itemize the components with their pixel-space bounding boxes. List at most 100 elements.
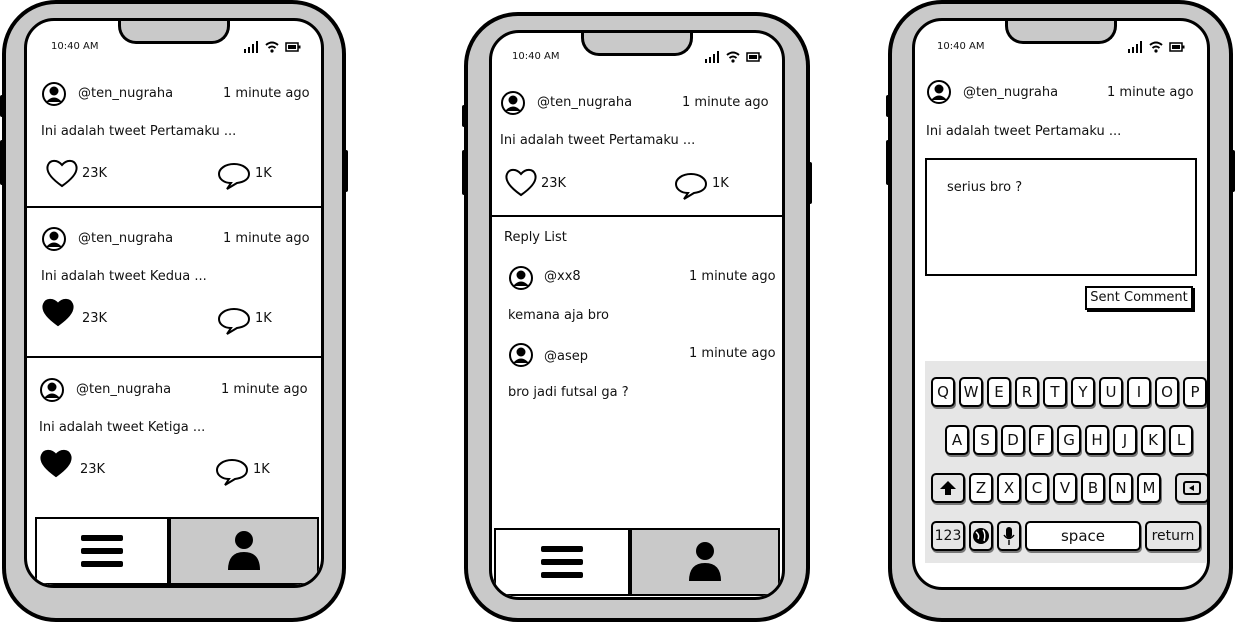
reply-avatar[interactable] <box>508 342 534 368</box>
key-r[interactable]: R <box>1015 377 1039 407</box>
shift-key[interactable] <box>931 473 965 503</box>
phone-home-feed: 10:40 AM @ten_nugraha 1 minute ago Ini a… <box>0 0 348 622</box>
key-v[interactable]: V <box>1053 473 1077 503</box>
key-h[interactable]: H <box>1085 425 1109 455</box>
tab-feed[interactable] <box>494 528 630 596</box>
return-key[interactable]: return <box>1145 521 1201 551</box>
notch <box>118 21 230 44</box>
shift-arrow-icon <box>940 481 956 495</box>
status-icons <box>704 51 762 63</box>
side-button <box>0 140 6 185</box>
tab-feed[interactable] <box>35 517 169 585</box>
tweet-handle[interactable]: @ten_nugraha <box>963 85 1058 100</box>
side-button <box>886 140 892 185</box>
heart-filled-icon[interactable] <box>39 448 73 478</box>
key-s[interactable]: S <box>973 425 997 455</box>
avatar[interactable] <box>39 377 65 403</box>
tweet-time: 1 minute ago <box>221 382 308 397</box>
key-g[interactable]: G <box>1057 425 1081 455</box>
key-d[interactable]: D <box>1001 425 1025 455</box>
reply-avatar[interactable] <box>508 265 534 291</box>
heart-outline-icon[interactable] <box>45 158 79 188</box>
key-k[interactable]: K <box>1141 425 1165 455</box>
like-count: 23K <box>80 462 106 477</box>
key-a[interactable]: A <box>945 425 969 455</box>
signal-icon <box>244 41 258 53</box>
comment-icon[interactable] <box>217 306 251 336</box>
status-time: 10:40 AM <box>512 51 560 62</box>
key-i[interactable]: I <box>1127 377 1151 407</box>
side-button <box>1229 150 1235 192</box>
reply-list-heading: Reply List <box>504 230 567 245</box>
tweet-time: 1 minute ago <box>223 231 310 246</box>
notch <box>581 33 693 56</box>
tab-profile[interactable] <box>169 517 319 585</box>
tweet-text: Ini adalah tweet Pertamaku ... <box>500 133 696 148</box>
mic-key[interactable] <box>997 521 1021 551</box>
phone-screen: 10:40 AM @ten_nugraha 1 minute ago Ini a… <box>24 18 324 588</box>
like-count: 23K <box>541 176 567 191</box>
reply-handle[interactable]: @asep <box>544 349 588 364</box>
user-icon <box>228 531 260 570</box>
key-m[interactable]: M <box>1137 473 1161 503</box>
avatar[interactable] <box>500 90 526 116</box>
key-p[interactable]: P <box>1183 377 1207 407</box>
space-key[interactable]: space <box>1025 521 1141 551</box>
comment-icon[interactable] <box>674 171 708 201</box>
key-w[interactable]: W <box>959 377 983 407</box>
key-j[interactable]: J <box>1113 425 1137 455</box>
key-c[interactable]: C <box>1025 473 1049 503</box>
battery-icon <box>285 42 301 52</box>
sent-comment-button[interactable]: Sent Comment <box>1085 286 1193 310</box>
key-q[interactable]: Q <box>931 377 955 407</box>
key-e[interactable]: E <box>987 377 1011 407</box>
tweet-handle[interactable]: @ten_nugraha <box>78 231 173 246</box>
key-t[interactable]: T <box>1043 377 1067 407</box>
status-time: 10:40 AM <box>51 41 99 52</box>
key-u[interactable]: U <box>1099 377 1123 407</box>
key-l[interactable]: L <box>1169 425 1193 455</box>
key-n[interactable]: N <box>1109 473 1133 503</box>
status-icons <box>1127 41 1185 53</box>
heart-filled-icon[interactable] <box>41 297 75 327</box>
globe-key[interactable] <box>969 521 993 551</box>
side-button <box>462 105 468 127</box>
reply-handle[interactable]: @xx8 <box>544 269 581 284</box>
divider <box>27 356 321 358</box>
key-b[interactable]: B <box>1081 473 1105 503</box>
menu-icon <box>81 535 123 567</box>
comment-icon[interactable] <box>217 161 251 191</box>
key-y[interactable]: Y <box>1071 377 1095 407</box>
tweet-text: Ini adalah tweet Kedua ... <box>41 269 207 284</box>
avatar[interactable] <box>926 79 952 105</box>
reply-count: 1K <box>255 311 272 326</box>
reply-count: 1K <box>253 462 270 477</box>
tweet-handle[interactable]: @ten_nugraha <box>78 86 173 101</box>
comment-icon[interactable] <box>215 457 249 487</box>
key-f[interactable]: F <box>1029 425 1053 455</box>
tweet-handle[interactable]: @ten_nugraha <box>76 382 171 397</box>
wifi-icon <box>1149 41 1163 53</box>
heart-outline-icon[interactable] <box>504 167 538 197</box>
reply-time: 1 minute ago <box>689 269 776 284</box>
reply-text: bro jadi futsal ga ? <box>508 385 629 400</box>
keyboard: Q W E R T Y U I O P A S D F G H J K L Z … <box>925 361 1207 563</box>
comment-textarea[interactable]: serius bro ? <box>925 158 1197 276</box>
backspace-icon <box>1183 481 1201 495</box>
key-o[interactable]: O <box>1155 377 1179 407</box>
signal-icon <box>705 51 719 63</box>
numbers-key[interactable]: 123 <box>931 521 965 551</box>
tweet-handle[interactable]: @ten_nugraha <box>537 95 632 110</box>
tweet-text: Ini adalah tweet Ketiga ... <box>39 420 206 435</box>
avatar[interactable] <box>41 81 67 107</box>
status-icons <box>243 41 301 53</box>
phone-compose-reply: 10:40 AM @ten_nugraha 1 minute ago Ini a… <box>886 0 1235 622</box>
key-x[interactable]: X <box>997 473 1021 503</box>
backspace-key[interactable] <box>1175 473 1207 503</box>
avatar[interactable] <box>41 226 67 252</box>
signal-icon <box>1128 41 1142 53</box>
key-z[interactable]: Z <box>969 473 993 503</box>
tab-profile[interactable] <box>630 528 780 596</box>
keyboard-row: Q W E R T Y U I O P <box>931 377 1207 407</box>
side-button <box>886 95 892 117</box>
